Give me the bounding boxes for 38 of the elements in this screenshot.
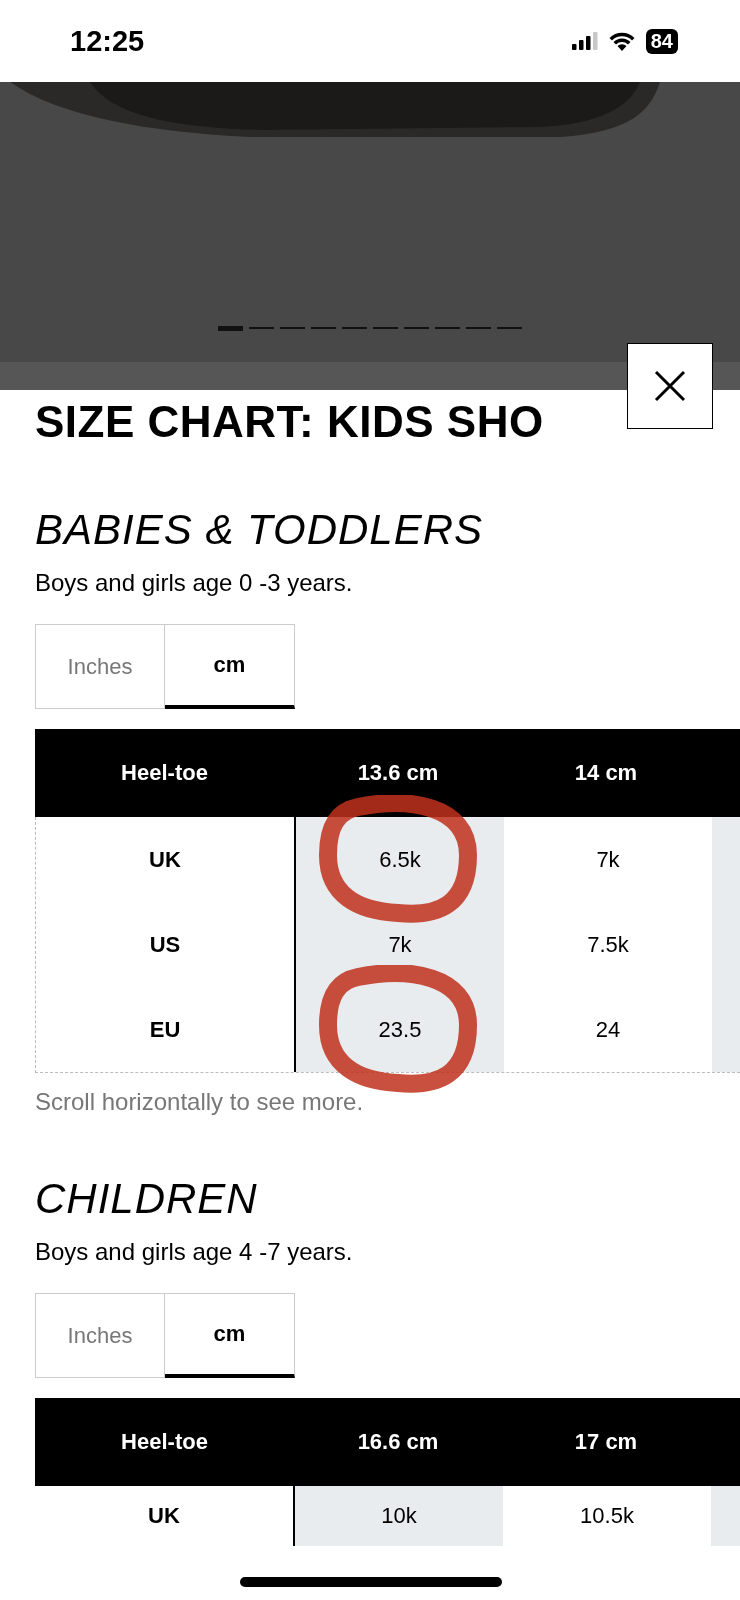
gallery-page-indicator[interactable] xyxy=(311,327,336,329)
column-header: 14 cm xyxy=(573,759,639,787)
gallery-page-indicator[interactable] xyxy=(280,327,305,329)
section-heading: CHILDREN xyxy=(35,1174,259,1224)
battery-level: 84 xyxy=(645,28,678,54)
column-header: 16.6 cm xyxy=(356,1428,440,1456)
unit-tab[interactable]: Inches xyxy=(35,624,165,709)
column-header: 13.6 cm xyxy=(356,759,440,787)
table-cell xyxy=(711,1486,740,1546)
gallery-page-indicator[interactable] xyxy=(373,327,398,329)
scroll-hint: Scroll horizontally to see more. xyxy=(35,1087,365,1117)
section-description: Boys and girls age 4 -7 years. xyxy=(35,1237,354,1267)
gallery-page-indicator[interactable] xyxy=(218,326,243,331)
wifi-icon xyxy=(607,31,636,51)
gallery-page-indicator[interactable] xyxy=(466,327,491,329)
table-cell: 10k xyxy=(295,1486,503,1546)
column-header: Heel-toe xyxy=(120,759,209,787)
gallery-page-indicator[interactable] xyxy=(497,327,522,329)
table-cell-text: 10.5k xyxy=(579,1502,635,1530)
gallery-page-indicator[interactable] xyxy=(435,327,460,329)
table-cell-text: 24 xyxy=(594,1015,622,1044)
unit-tab[interactable]: cm xyxy=(165,1293,295,1378)
modal-title: SIZE CHART: KIDS SHO xyxy=(35,396,545,448)
section-description: Boys and girls age 0 -3 years. xyxy=(35,568,354,598)
gallery-page-indicator[interactable] xyxy=(342,327,367,329)
gallery-page-indicator[interactable] xyxy=(249,327,274,329)
table-cell-text: 7.5k xyxy=(586,930,630,959)
signal-icon xyxy=(571,32,598,50)
unit-tab[interactable]: Inches xyxy=(35,1293,165,1378)
table-cell-text: 7k xyxy=(595,845,621,874)
close-icon xyxy=(653,369,687,403)
unit-tab[interactable]: cm xyxy=(165,624,295,709)
column-header: Heel-toe xyxy=(120,1428,209,1456)
gallery-page-indicator[interactable] xyxy=(404,327,429,329)
column-header: 17 cm xyxy=(573,1428,639,1456)
section-heading: BABIES & TODDLERS xyxy=(35,505,485,555)
status-time: 12:25 xyxy=(70,24,145,58)
close-button[interactable] xyxy=(627,343,713,429)
